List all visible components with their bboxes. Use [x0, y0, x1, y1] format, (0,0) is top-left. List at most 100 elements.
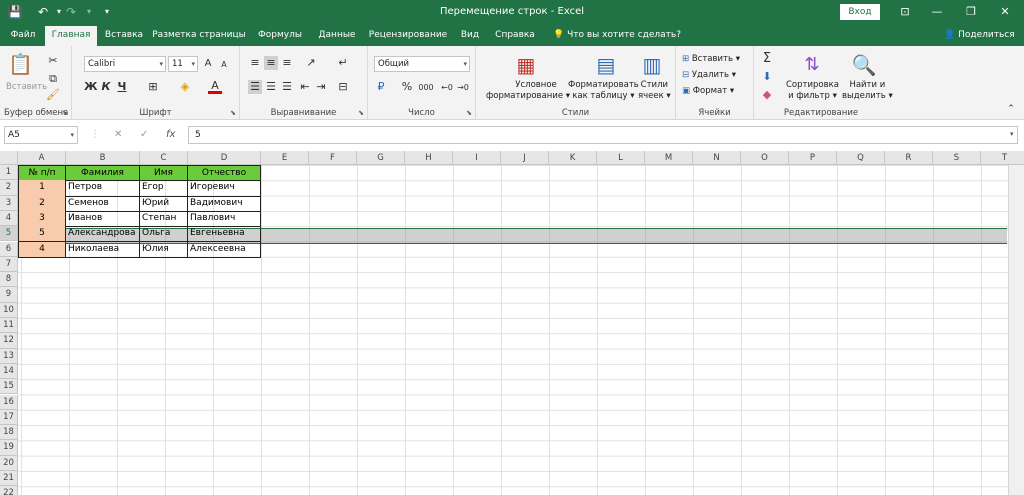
number-format-select[interactable]: Общий ▾ — [374, 56, 470, 72]
close-icon[interactable]: ✕ — [989, 0, 1021, 24]
font-size-select[interactable]: 11 ▾ — [168, 56, 198, 72]
table-header-number[interactable]: № п/п — [18, 165, 66, 182]
row-header-8[interactable]: 8 — [0, 272, 18, 288]
column-header-C[interactable]: C — [140, 151, 188, 165]
insert-cells-button[interactable]: ⊞ Вставить ▾ — [682, 54, 740, 65]
autosum-icon[interactable]: Σ — [760, 52, 774, 66]
row-header-14[interactable]: 14 — [0, 363, 18, 380]
tab-page-layout[interactable]: Разметка страницы — [152, 24, 246, 46]
sign-in-button[interactable]: Вход — [840, 4, 880, 20]
tell-me-search[interactable]: 💡 Что вы хотите сделать? — [553, 24, 681, 46]
percent-button[interactable]: % — [400, 80, 414, 94]
decrease-decimal-icon[interactable]: →0 — [456, 81, 470, 95]
select-all-corner[interactable] — [0, 151, 18, 165]
tab-file[interactable]: Файл — [6, 24, 40, 46]
column-header-I[interactable]: I — [453, 151, 501, 165]
table-header-surname[interactable]: Фамилия — [66, 165, 140, 182]
cell-styles-icon[interactable]: ▥ — [638, 52, 666, 78]
decrease-indent-icon[interactable]: ⇤ — [298, 80, 312, 94]
cell-number[interactable]: 3 — [18, 210, 66, 228]
row-header-19[interactable]: 19 — [0, 440, 18, 456]
cell-number[interactable]: 4 — [18, 241, 66, 258]
cell-styles-button[interactable]: Стили ячеек ▾ — [638, 80, 671, 102]
ribbon-options-icon[interactable]: ⊡ — [889, 0, 921, 24]
column-header-A[interactable]: A — [18, 151, 66, 165]
row-header-9[interactable]: 9 — [0, 287, 18, 303]
clear-icon[interactable]: ◆ — [760, 88, 774, 102]
column-header-N[interactable]: N — [693, 151, 741, 165]
cell-surname[interactable]: Петров — [66, 180, 140, 197]
bold-button[interactable]: Ж — [84, 80, 97, 94]
row-header-7[interactable]: 7 — [0, 256, 18, 273]
vertical-scrollbar[interactable] — [1008, 165, 1024, 495]
row-header-12[interactable]: 12 — [0, 333, 18, 349]
find-select-button[interactable]: Найти и выделить ▾ — [842, 80, 893, 102]
cell-patronymic[interactable]: Игоревич — [188, 180, 261, 197]
name-box[interactable]: A5 ▾ — [4, 126, 78, 144]
thousands-button[interactable]: 000 — [416, 81, 436, 95]
font-color-icon[interactable]: A — [208, 80, 222, 94]
align-top-icon[interactable]: ≡ — [248, 56, 262, 70]
row-header-4[interactable]: 4 — [0, 210, 18, 227]
format-painter-icon[interactable]: 🖌 — [46, 88, 60, 102]
table-header-patronymic[interactable]: Отчество — [188, 165, 261, 182]
row-header-21[interactable]: 21 — [0, 471, 18, 487]
row-header-10[interactable]: 10 — [0, 302, 18, 318]
row-header-17[interactable]: 17 — [0, 409, 18, 426]
fill-color-icon[interactable]: ◈ — [178, 80, 192, 94]
column-header-T[interactable]: T — [981, 151, 1024, 165]
delete-cells-button[interactable]: ⊟ Удалить ▾ — [682, 70, 736, 81]
align-left-icon[interactable]: ☰ — [248, 80, 262, 94]
align-middle-icon[interactable]: ≡ — [264, 56, 278, 70]
font-name-select[interactable]: Calibri ▾ — [84, 56, 166, 72]
column-header-D[interactable]: D — [188, 151, 261, 165]
column-header-M[interactable]: M — [645, 151, 693, 165]
paste-label[interactable]: Вставить — [6, 82, 47, 93]
number-launcher-icon[interactable]: ⬊ — [466, 109, 472, 117]
cell-patronymic[interactable]: Вадимович — [188, 195, 261, 212]
italic-button[interactable]: К — [100, 80, 112, 94]
row-header-16[interactable]: 16 — [0, 394, 18, 410]
cell-patronymic[interactable]: Павлович — [188, 210, 261, 228]
cell-number[interactable]: 1 — [18, 180, 66, 197]
column-header-O[interactable]: O — [741, 151, 789, 165]
tab-home[interactable]: Главная — [45, 26, 97, 46]
cell-name[interactable]: Степан — [140, 210, 188, 228]
column-header-P[interactable]: P — [789, 151, 837, 165]
align-center-icon[interactable]: ☰ — [264, 80, 278, 94]
collapse-ribbon-icon[interactable]: ⌃ — [1004, 102, 1018, 116]
cell-number[interactable]: 5 — [18, 226, 66, 243]
cancel-icon[interactable]: ✕ — [114, 126, 122, 144]
cell-name[interactable]: Юлия — [140, 241, 188, 258]
copy-icon[interactable]: ⧉ — [46, 72, 60, 86]
alignment-launcher-icon[interactable]: ⬊ — [358, 109, 364, 117]
column-header-S[interactable]: S — [933, 151, 981, 165]
column-header-G[interactable]: G — [357, 151, 405, 165]
row-header-18[interactable]: 18 — [0, 425, 18, 441]
tab-formulas[interactable]: Формулы — [251, 24, 309, 46]
align-bottom-icon[interactable]: ≡ — [280, 56, 294, 70]
enter-icon[interactable]: ✓ — [140, 126, 148, 144]
paste-icon[interactable]: 📋 — [8, 52, 33, 76]
row-header-2[interactable]: 2 — [0, 180, 18, 196]
borders-icon[interactable]: ⊞ — [146, 80, 160, 94]
cell-name[interactable]: Юрий — [140, 195, 188, 212]
column-header-B[interactable]: B — [66, 151, 140, 165]
find-select-icon[interactable]: 🔍 — [850, 52, 878, 78]
increase-decimal-icon[interactable]: ←0 — [440, 81, 454, 95]
row-header-22[interactable]: 22 — [0, 486, 18, 495]
cell-surname[interactable]: Николаева — [66, 241, 140, 258]
cell-name[interactable]: Ольга — [140, 226, 188, 243]
conditional-formatting-button[interactable]: Условное форматирование ▾ — [486, 80, 570, 102]
formula-input[interactable]: 5 — [188, 126, 1018, 144]
cell-surname[interactable]: Иванов — [66, 210, 140, 228]
merge-cells-icon[interactable]: ⊟ — [336, 80, 350, 94]
cell-surname[interactable]: Семенов — [66, 195, 140, 212]
column-header-L[interactable]: L — [597, 151, 645, 165]
format-as-table-button[interactable]: Форматировать как таблицу ▾ — [568, 80, 639, 102]
sort-filter-icon[interactable]: ⇅ — [798, 52, 826, 78]
cell-name[interactable]: Егор — [140, 180, 188, 197]
row-header-6[interactable]: 6 — [0, 241, 18, 257]
fill-icon[interactable]: ⬇ — [760, 70, 774, 84]
tab-view[interactable]: Вид — [455, 24, 485, 46]
